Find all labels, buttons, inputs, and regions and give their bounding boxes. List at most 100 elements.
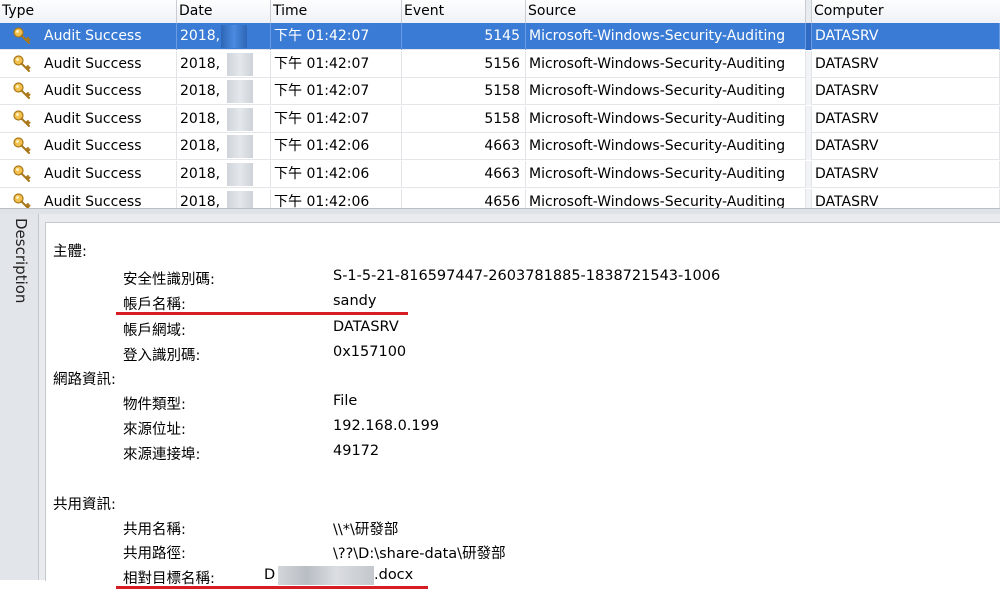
type-text: Audit Success	[44, 55, 142, 72]
redacted-date	[227, 80, 253, 104]
redacted-date	[227, 190, 253, 208]
table-header: Type Date Time Event Source Computer	[0, 0, 1000, 24]
cell-source: Microsoft-Windows-Security-Auditing	[526, 161, 806, 188]
cell-source: Microsoft-Windows-Security-Auditing	[526, 23, 806, 50]
table-row[interactable]: Audit Success 2018, 下午 01:42:07 5156 Microso…	[0, 50, 1000, 78]
event-table: Type Date Time Event Source Computer Aud…	[0, 0, 1000, 208]
cell-splitter	[806, 23, 812, 50]
redacted-date	[227, 107, 253, 131]
cell-type: Audit Success	[0, 161, 177, 188]
cell-date: 2018,	[177, 161, 271, 188]
cell-type: Audit Success	[0, 50, 177, 78]
cell-time: 下午 01:42:07	[271, 23, 402, 50]
object-type-label: 物件類型:	[123, 397, 186, 413]
share-name-label: 共用名稱:	[123, 522, 186, 538]
share-path-value: \??\D:\share-data\研發部	[333, 546, 506, 562]
cell-source: Microsoft-Windows-Security-Auditing	[526, 105, 806, 133]
cell-date: 2018,	[177, 23, 271, 50]
share-heading: 共用資訊:	[53, 497, 116, 513]
type-text: Audit Success	[44, 28, 142, 44]
relative-target-label: 相對目標名稱:	[123, 571, 215, 587]
key-icon	[12, 136, 32, 156]
table-row[interactable]: Audit Success 2018, 下午 01:42:07 5145 Microso…	[0, 23, 1000, 50]
column-header-date[interactable]: Date	[177, 0, 271, 23]
cell-time: 下午 01:42:06	[271, 133, 402, 161]
type-text: Audit Success	[44, 193, 142, 208]
redacted-date	[221, 25, 247, 48]
relative-target-suffix: .docx	[374, 567, 414, 583]
key-icon	[12, 109, 32, 129]
cell-source: Microsoft-Windows-Security-Auditing	[526, 188, 806, 208]
column-header-event[interactable]: Event	[402, 0, 526, 23]
cell-splitter	[806, 161, 812, 188]
key-icon	[12, 26, 32, 46]
table-row[interactable]: Audit Success 2018, 下午 01:42:07 5158 Microso…	[0, 105, 1000, 133]
account-name-underline	[116, 312, 408, 315]
cell-source: Microsoft-Windows-Security-Auditing	[526, 78, 806, 106]
cell-time: 下午 01:42:07	[271, 105, 402, 133]
cell-type: Audit Success	[0, 78, 177, 106]
description-pane: Description 主體: 安全性識別碼: S-1-5-21-8165974…	[0, 214, 1000, 589]
column-header-time[interactable]: Time	[271, 0, 402, 23]
source-port-value: 49172	[333, 443, 380, 459]
key-icon	[12, 81, 32, 101]
column-header-source[interactable]: Source	[526, 0, 806, 23]
network-heading: 網路資訊:	[53, 372, 116, 388]
cell-computer: DATASRV	[812, 161, 1000, 188]
cell-splitter	[806, 105, 812, 133]
cell-splitter	[806, 78, 812, 106]
cell-event: 4663	[402, 133, 526, 161]
cell-date: 2018,	[177, 78, 271, 106]
table-row[interactable]: Audit Success 2018, 下午 01:42:07 5158 Microso…	[0, 78, 1000, 106]
type-text: Audit Success	[44, 166, 142, 182]
table-row[interactable]: Audit Success 2018, 下午 01:42:06 4663 Microso…	[0, 161, 1000, 188]
type-text: Audit Success	[44, 138, 142, 155]
source-port-label: 來源連接埠:	[123, 447, 201, 463]
cell-time: 下午 01:42:07	[271, 50, 402, 78]
source-address-label: 來源位址:	[123, 422, 186, 438]
column-header-type[interactable]: Type	[0, 0, 177, 23]
cell-splitter	[806, 188, 812, 208]
table-row[interactable]: Audit Success 2018, 下午 01:42:06 4663 Microso…	[0, 133, 1000, 161]
account-name-value: sandy	[333, 293, 377, 309]
cell-type: Audit Success	[0, 23, 177, 50]
description-tab-label: Description	[12, 218, 30, 304]
logon-id-value: 0x157100	[333, 344, 407, 360]
cell-source: Microsoft-Windows-Security-Auditing	[526, 50, 806, 78]
description-tab[interactable]: Description	[0, 214, 39, 580]
cell-computer: DATASRV	[812, 105, 1000, 133]
cell-computer: DATASRV	[812, 188, 1000, 208]
share-name-value: \\*\研發部	[333, 522, 399, 538]
cell-event: 5145	[402, 23, 526, 50]
cell-event: 5156	[402, 50, 526, 78]
cell-date: 2018,	[177, 105, 271, 133]
cell-time: 下午 01:42:07	[271, 78, 402, 106]
redacted-date	[227, 163, 253, 186]
cell-time: 下午 01:42:06	[271, 188, 402, 208]
cell-computer: DATASRV	[812, 78, 1000, 106]
subject-heading: 主體:	[53, 244, 87, 260]
column-header-computer[interactable]: Computer	[812, 0, 1000, 23]
table-row[interactable]: Audit Success 2018, 下午 01:42:06 4656 Microso…	[0, 188, 1000, 208]
sid-value: S-1-5-21-816597447-2603781885-1838721543…	[333, 268, 721, 284]
account-domain-label: 帳戶網域:	[123, 323, 186, 339]
cell-date: 2018,	[177, 50, 271, 78]
cell-type: Audit Success	[0, 188, 177, 208]
cell-splitter	[806, 50, 812, 78]
share-path-label: 共用路徑:	[123, 546, 186, 562]
key-icon	[12, 164, 32, 184]
key-icon	[12, 54, 32, 74]
cell-type: Audit Success	[0, 105, 177, 133]
cell-event: 5158	[402, 105, 526, 133]
cell-computer: DATASRV	[812, 133, 1000, 161]
cell-date: 2018,	[177, 133, 271, 161]
cell-event: 4663	[402, 161, 526, 188]
account-name-label: 帳戶名稱:	[123, 297, 186, 313]
redacted-filename	[278, 566, 374, 585]
type-text: Audit Success	[44, 110, 142, 127]
cell-time: 下午 01:42:06	[271, 161, 402, 188]
cell-source: Microsoft-Windows-Security-Auditing	[526, 133, 806, 161]
redacted-date	[227, 135, 253, 159]
type-text: Audit Success	[44, 83, 142, 100]
cell-splitter	[806, 133, 812, 161]
